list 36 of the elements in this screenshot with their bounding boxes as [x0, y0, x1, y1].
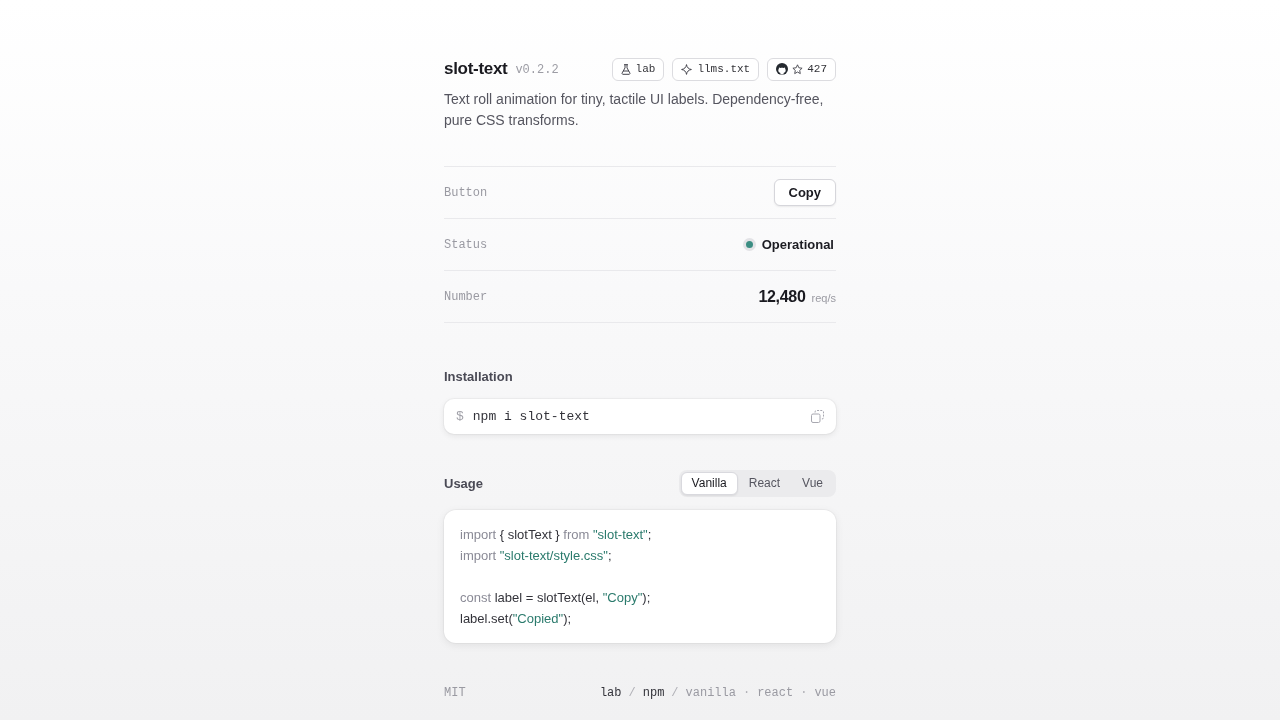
footer-link[interactable]: npm: [642, 683, 665, 703]
copy-button[interactable]: Copy: [773, 179, 836, 206]
framework-tab[interactable]: Vue: [791, 472, 834, 495]
code-line: import { slotText } from "slot-text";: [460, 526, 653, 544]
copy-icon[interactable]: [811, 410, 824, 423]
footer-separator: /: [628, 685, 636, 702]
repo-stars-link[interactable]: 427: [767, 57, 836, 81]
license-text: MIT: [444, 685, 466, 702]
project-title: slot-text: [444, 58, 508, 80]
flask-icon: [620, 63, 631, 75]
star-icon: [792, 63, 804, 75]
llms-link[interactable]: llms.txt: [672, 57, 760, 81]
framework-tab[interactable]: React: [737, 472, 792, 495]
code-line: const label = slotText(el, "Copy");: [460, 589, 652, 607]
footer-separator: ·: [800, 685, 808, 702]
sparkle-icon: [681, 63, 693, 75]
status-text: Operational: [761, 235, 834, 254]
row-label: Number: [444, 288, 488, 306]
framework-tab[interactable]: Vanilla: [680, 472, 738, 495]
lab-link[interactable]: lab: [611, 57, 665, 81]
footer-link[interactable]: lab: [599, 683, 622, 703]
description-text: Text roll animation for tiny, tactile UI labels. Dependency-free, pure CSS transforms.: [444, 90, 825, 130]
footer-separator: /: [671, 685, 679, 702]
number-value: 12,480: [758, 286, 806, 307]
row-label: Button: [444, 184, 488, 202]
section-heading: Installation: [444, 368, 514, 386]
unit-text: req/s: [811, 290, 836, 306]
cat-logo-icon: [776, 63, 789, 75]
row-label: Status: [444, 236, 488, 254]
section-heading: Usage: [444, 474, 484, 493]
install-command: npm i slot-text: [472, 407, 590, 426]
version-text: v0.2.2: [515, 62, 559, 79]
footer-separator: ·: [742, 685, 751, 702]
code-line: label.set("Copied");: [460, 610, 573, 628]
prompt-symbol: $: [456, 407, 464, 426]
code-line: import "slot-text/style.css";: [460, 547, 613, 565]
